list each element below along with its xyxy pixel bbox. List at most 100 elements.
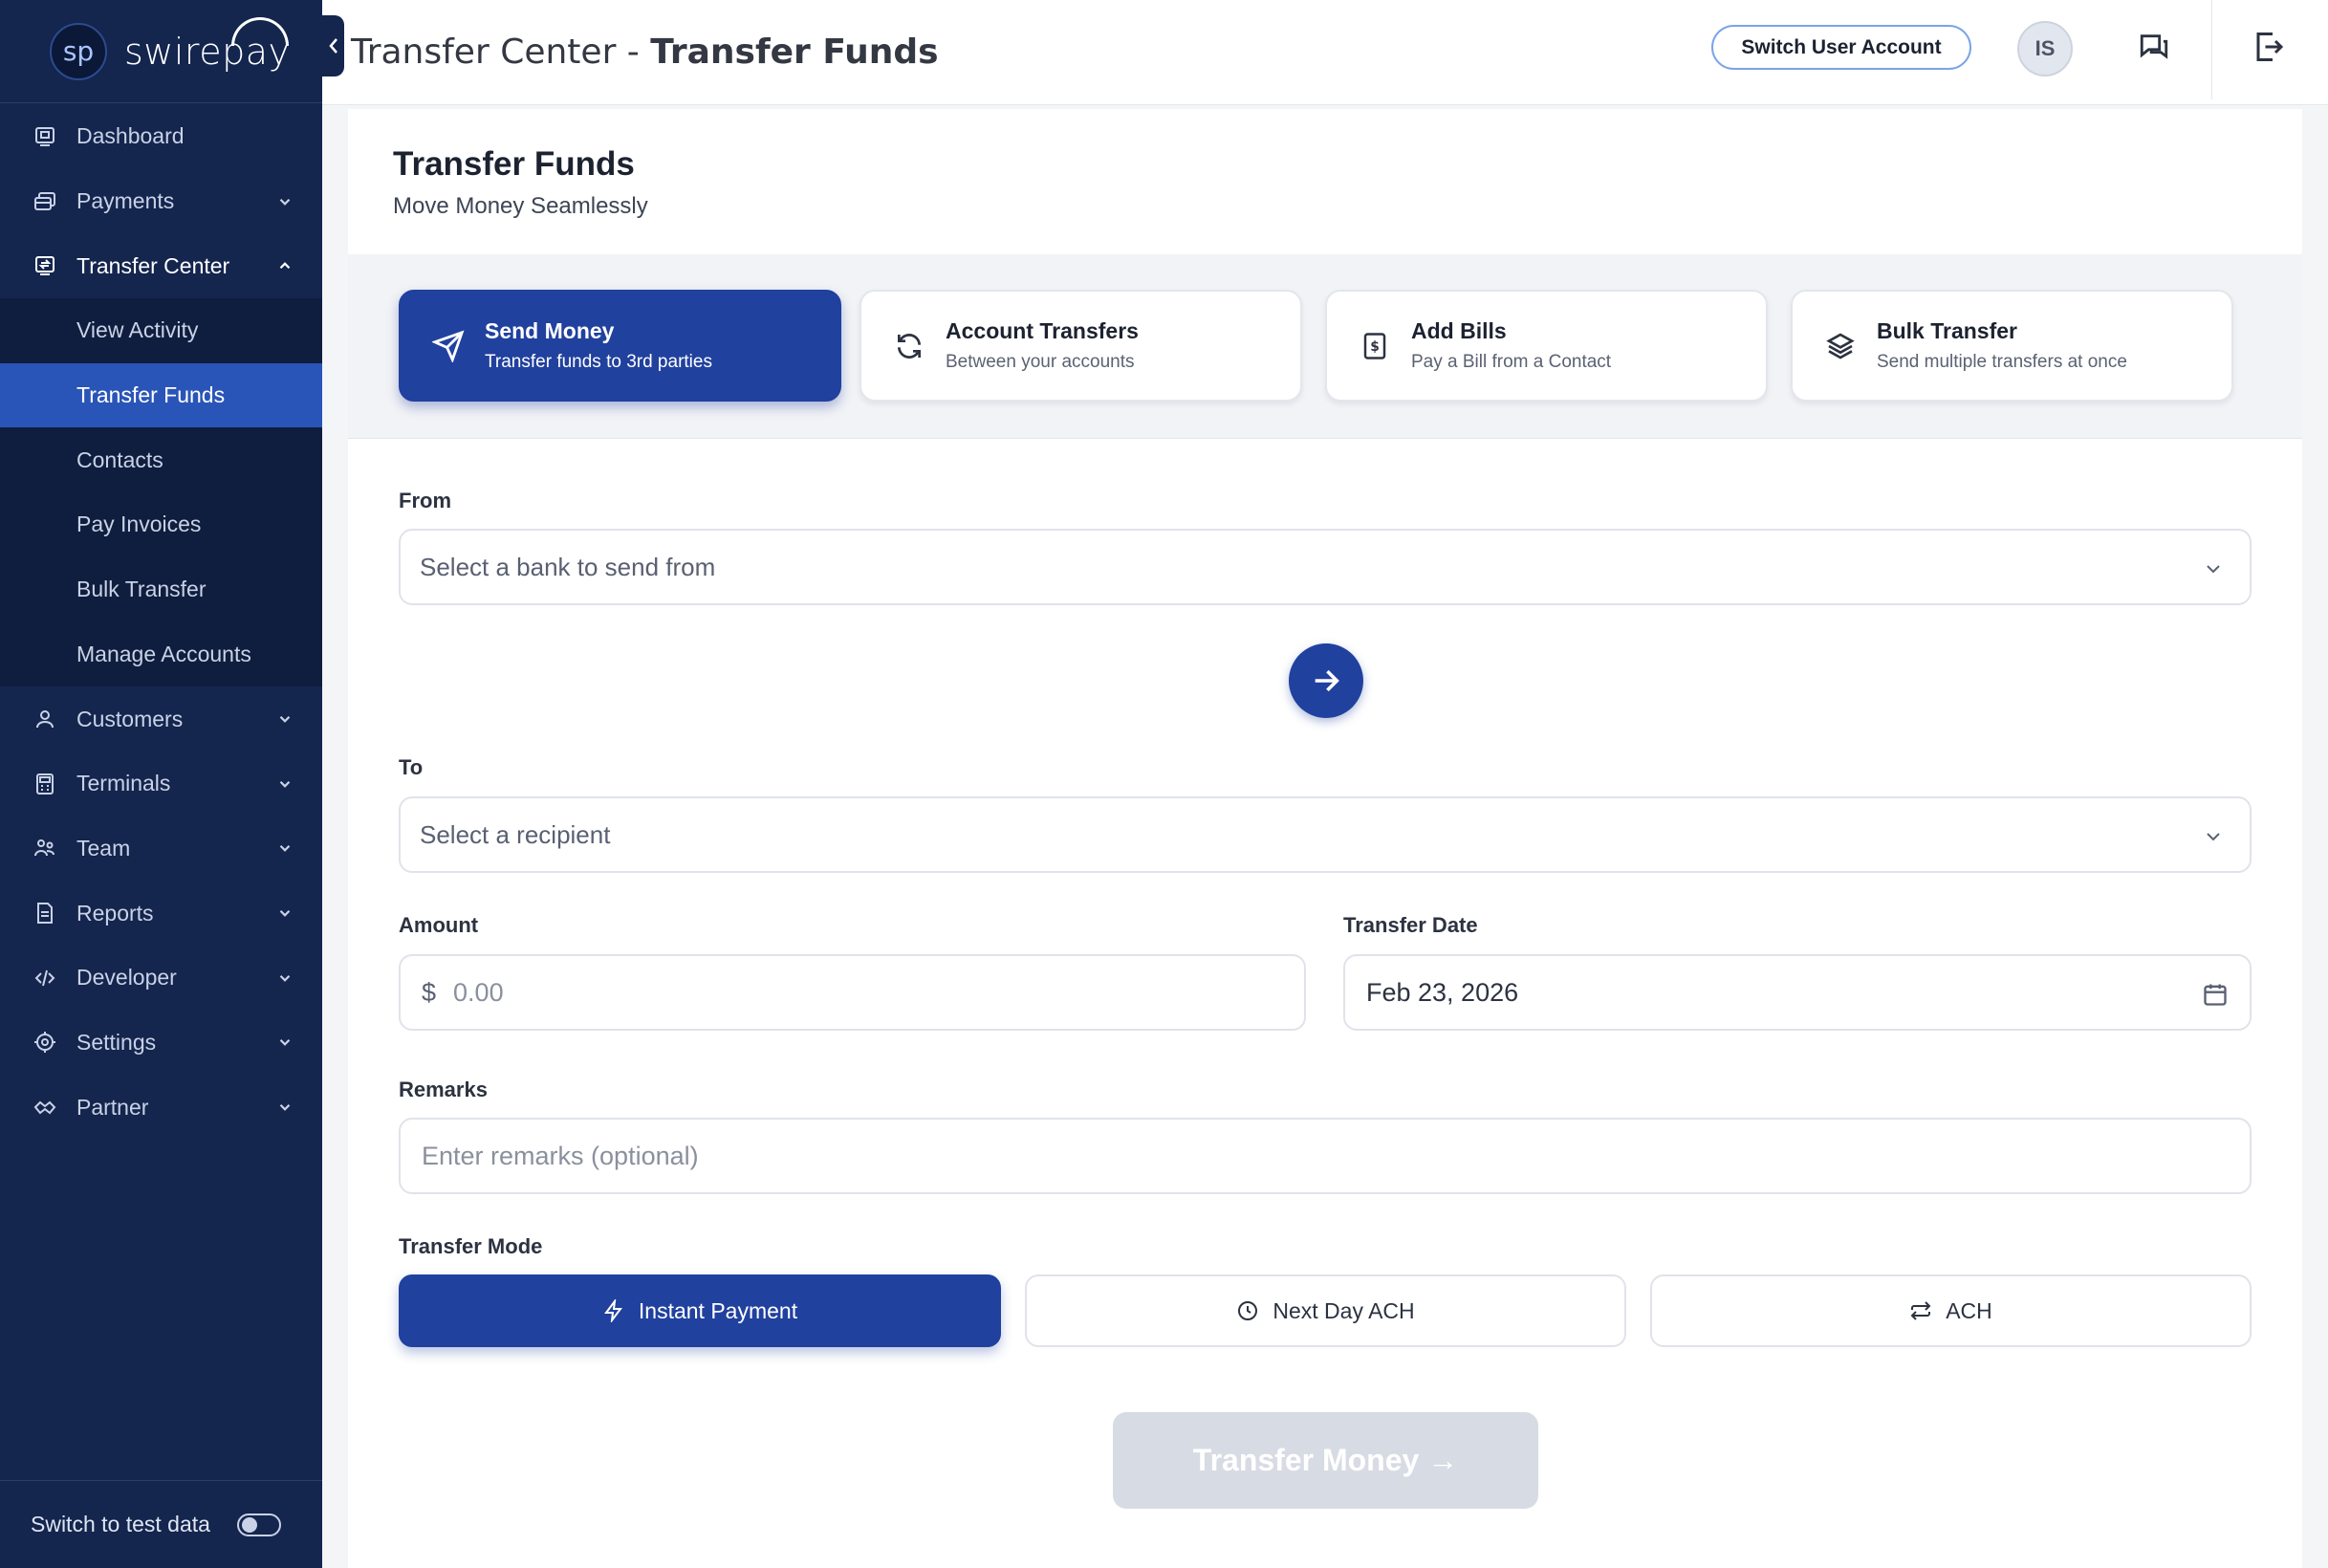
brand-mark-icon: sp: [50, 22, 107, 80]
chevron-down-icon: [276, 839, 294, 857]
tab-account-transfers[interactable]: Account Transfers Between your accounts: [859, 290, 1302, 402]
sidebar-item-partner[interactable]: Partner: [0, 1075, 322, 1140]
sidebar-item-team[interactable]: Team: [0, 817, 322, 882]
remarks-field[interactable]: Enter remarks (optional): [399, 1118, 2252, 1194]
avatar[interactable]: IS: [2017, 21, 2073, 76]
to-placeholder: Select a recipient: [420, 819, 611, 849]
calendar-icon[interactable]: [2202, 981, 2229, 1008]
top-header: Transfer Center - Transfer Funds Switch …: [322, 0, 2328, 105]
refresh-icon: [890, 327, 928, 365]
recipient-select[interactable]: Select a recipient: [399, 796, 2252, 873]
developer-icon: [33, 966, 57, 991]
chevron-down-icon: [276, 710, 294, 728]
chevron-down-icon: [2207, 833, 2220, 841]
chevron-down-icon: [276, 969, 294, 987]
collapse-sidebar-button[interactable]: [322, 15, 344, 76]
test-data-toggle[interactable]: [236, 1513, 281, 1536]
transfer-date-field[interactable]: Feb 23, 2026: [1343, 954, 2252, 1031]
terminals-icon: [33, 772, 57, 796]
direction-arrow-button[interactable]: [1289, 643, 1363, 718]
from-placeholder: Select a bank to send from: [420, 552, 716, 581]
sidebar-subitem-view-activity[interactable]: View Activity: [0, 298, 322, 363]
sidebar-item-customers[interactable]: Customers: [0, 686, 322, 751]
header-divider: [2211, 0, 2212, 99]
tab-title: Account Transfers: [946, 318, 1139, 343]
tab-title: Send Money: [485, 318, 615, 343]
tab-subtitle: Transfer funds to 3rd parties: [485, 352, 712, 372]
chevron-down-icon: [276, 904, 294, 922]
amount-placeholder: 0.00: [453, 977, 504, 1007]
currency-symbol: $: [422, 977, 437, 1007]
customers-icon: [33, 707, 57, 731]
mode-label: Instant Payment: [638, 1297, 798, 1323]
tab-subtitle: Between your accounts: [946, 352, 1135, 372]
logout-icon[interactable]: [2252, 29, 2288, 65]
chevron-left-icon: [328, 38, 337, 54]
partner-icon: [33, 1095, 57, 1120]
tab-subtitle: Pay a Bill from a Contact: [1411, 352, 1612, 372]
sidebar-item-dashboard[interactable]: Dashboard: [0, 104, 322, 169]
dashboard-icon: [33, 124, 57, 149]
sidebar-item-payments[interactable]: Payments: [0, 169, 322, 234]
tab-send-money[interactable]: Send Money Transfer funds to 3rd parties: [399, 290, 841, 402]
transfer-center-submenu: View Activity Transfer Funds Contacts Pa…: [0, 298, 322, 687]
sidebar-item-label: Settings: [76, 1029, 157, 1055]
team-icon: [33, 836, 57, 860]
sidebar-item-label: Reports: [76, 900, 154, 926]
sidebar-subitem-transfer-funds[interactable]: Transfer Funds: [0, 362, 322, 428]
tab-bulk-transfer[interactable]: Bulk Transfer Send multiple transfers at …: [1791, 290, 2233, 402]
reports-icon: [33, 901, 57, 926]
breadcrumb-current: Transfer Funds: [650, 33, 939, 72]
chevron-up-icon: [276, 257, 294, 274]
clock-icon: [1236, 1299, 1259, 1322]
transfer-date-label: Transfer Date: [1343, 913, 1478, 937]
sidebar-item-label: Dashboard: [76, 123, 185, 149]
brand-logo[interactable]: sp swirepay: [0, 0, 322, 103]
sidebar-footer: Switch to test data: [0, 1480, 322, 1568]
svg-text:$: $: [1370, 339, 1380, 355]
test-data-label: Switch to test data: [31, 1512, 210, 1536]
from-label: From: [399, 489, 451, 512]
remarks-placeholder: Enter remarks (optional): [422, 1141, 699, 1170]
sidebar-item-label: Customers: [76, 706, 184, 731]
sidebar-item-transfer-center[interactable]: Transfer Center: [0, 233, 322, 298]
sidebar-item-settings[interactable]: Settings: [0, 1011, 322, 1076]
from-bank-select[interactable]: Select a bank to send from: [399, 529, 2252, 605]
sidebar: sp swirepay Dashboard Payments Transfer …: [0, 0, 322, 1568]
breadcrumb-parent: Transfer Center -: [351, 33, 651, 72]
transfer-center-icon: [33, 253, 57, 278]
sidebar-item-developer[interactable]: Developer: [0, 946, 322, 1011]
page-breadcrumb: Transfer Center - Transfer Funds: [351, 33, 939, 72]
chat-icon[interactable]: [2136, 29, 2172, 65]
sidebar-subitem-manage-accounts[interactable]: Manage Accounts: [0, 622, 322, 687]
arrow-right-icon: [1315, 669, 1339, 692]
remarks-label: Remarks: [399, 1078, 488, 1101]
mode-label: Next Day ACH: [1273, 1297, 1415, 1323]
sidebar-item-reports[interactable]: Reports: [0, 881, 322, 946]
next-day-ach-button[interactable]: Next Day ACH: [1025, 1274, 1626, 1347]
bill-icon: $: [1356, 327, 1394, 365]
amount-label: Amount: [399, 913, 479, 937]
transfer-date-value: Feb 23, 2026: [1366, 977, 1519, 1007]
sidebar-item-label: Partner: [76, 1094, 149, 1120]
switch-user-account-button[interactable]: Switch User Account: [1711, 25, 1971, 70]
sidebar-item-label: Terminals: [76, 771, 171, 796]
tab-add-bills[interactable]: $ Add Bills Pay a Bill from a Contact: [1325, 290, 1768, 402]
instant-payment-button[interactable]: Instant Payment: [399, 1274, 1001, 1347]
ach-button[interactable]: ACH: [1650, 1274, 2252, 1347]
sidebar-subitem-bulk-transfer[interactable]: Bulk Transfer: [0, 557, 322, 622]
transfer-mode-label: Transfer Mode: [399, 1234, 543, 1258]
to-label: To: [399, 755, 424, 779]
sidebar-item-label: Payments: [76, 188, 175, 214]
chevron-down-icon: [276, 775, 294, 793]
sidebar-subitem-contacts[interactable]: Contacts: [0, 427, 322, 492]
main-content: Transfer Funds Move Money Seamlessly Sen…: [348, 109, 2302, 1568]
mode-label: ACH: [1946, 1297, 1992, 1323]
page-subtitle: Move Money Seamlessly: [393, 193, 648, 219]
amount-field[interactable]: $ 0.00: [399, 954, 1306, 1031]
transfer-money-button[interactable]: Transfer Money →: [1113, 1412, 1538, 1509]
sidebar-item-terminals[interactable]: Terminals: [0, 751, 322, 817]
sidebar-subitem-pay-invoices[interactable]: Pay Invoices: [0, 492, 322, 557]
chevron-down-icon: [276, 1099, 294, 1116]
transfer-type-tabs: Send Money Transfer funds to 3rd parties …: [348, 254, 2302, 439]
